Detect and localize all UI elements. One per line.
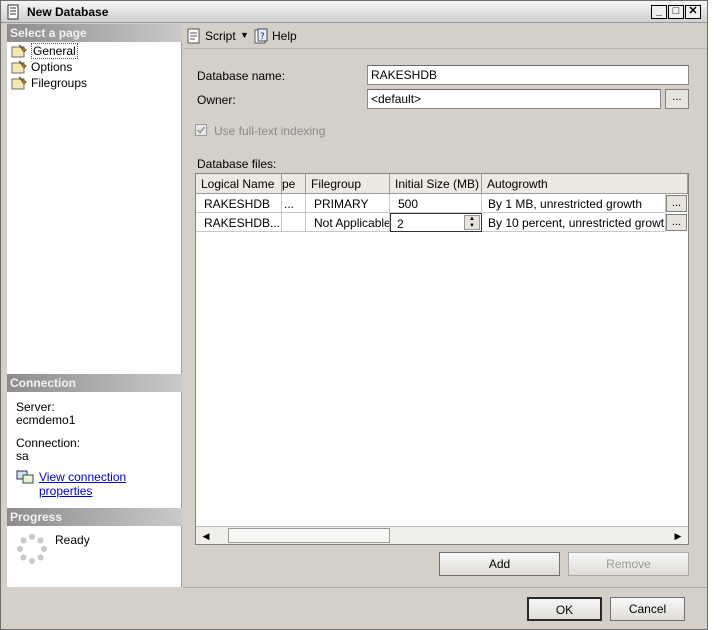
toolbar: Script ▼ ? Help — [183, 25, 707, 49]
table-row-1-logical-name[interactable]: RAKESHDB — [196, 194, 282, 213]
column-header-logical-name[interactable]: Logical Name — [196, 174, 282, 194]
column-header-type[interactable]: pe — [282, 174, 306, 194]
table-row-1-autogrowth-browse-button[interactable]: ... — [666, 195, 687, 212]
connection-header: Connection — [7, 374, 182, 392]
owner-input[interactable]: <default> — [367, 89, 661, 109]
database-name-label: Database name: — [197, 69, 286, 83]
left-pane: Select a page General Options Filegroups… — [7, 24, 182, 587]
connection-label: Connection: — [16, 436, 81, 450]
database-icon — [7, 4, 19, 20]
page-icon — [11, 60, 27, 74]
table-row-1-autogrowth[interactable]: By 1 MB, unrestricted growth — [482, 194, 666, 213]
database-files-grid: Logical Name pe Filegroup Initial Size (… — [195, 173, 689, 545]
page-icon — [11, 44, 27, 58]
column-header-initial-size[interactable]: Initial Size (MB) — [390, 174, 482, 194]
table-row-2-logical-name[interactable]: RAKESHDB... — [196, 213, 282, 232]
script-dropdown-arrow-icon[interactable]: ▼ — [240, 30, 249, 40]
bottom-divider — [183, 587, 707, 588]
page-item-options[interactable]: Options — [11, 59, 171, 75]
remove-button[interactable]: Remove — [568, 552, 689, 576]
new-database-dialog: New Database _ □ ✕ Select a page General… — [0, 0, 708, 630]
table-row-2-filegroup[interactable]: Not Applicable — [306, 213, 390, 232]
window-title: New Database — [27, 5, 109, 19]
progress-status: Ready — [55, 533, 90, 547]
svg-text:?: ? — [260, 32, 265, 42]
add-button[interactable]: Add — [439, 552, 560, 576]
ok-button[interactable]: OK — [527, 597, 602, 621]
server-value: ecmdemo1 — [16, 413, 76, 427]
page-item-label: Filegroups — [31, 76, 88, 90]
initial-size-value[interactable]: 2 — [397, 217, 404, 231]
minimize-button[interactable]: _ — [651, 5, 667, 19]
column-header-filegroup[interactable]: Filegroup — [306, 174, 390, 194]
view-connection-properties-link[interactable]: View connection properties — [39, 470, 181, 498]
scroll-left-arrow-icon[interactable]: ◀ — [198, 528, 214, 544]
maximize-button[interactable]: □ — [668, 5, 684, 19]
page-item-label: Options — [31, 60, 73, 74]
script-button[interactable]: Script — [205, 29, 236, 43]
title-bar[interactable]: New Database _ □ ✕ — [1, 1, 707, 23]
script-icon[interactable] — [186, 28, 202, 44]
fulltext-label: Use full-text indexing — [214, 124, 326, 138]
progress-spinner-icon — [16, 533, 48, 565]
fulltext-checkbox[interactable] — [195, 124, 207, 136]
database-files-label: Database files: — [197, 157, 277, 171]
connection-properties-icon — [16, 470, 34, 484]
page-item-filegroups[interactable]: Filegroups — [11, 75, 171, 91]
cancel-button[interactable]: Cancel — [610, 597, 685, 621]
horizontal-scrollbar[interactable]: ◀ ▶ — [196, 526, 688, 544]
column-header-autogrowth[interactable]: Autogrowth — [482, 174, 688, 194]
size-spinner-arrows-icon[interactable]: ▲ ▼ — [464, 215, 480, 230]
owner-browse-button[interactable]: ... — [665, 89, 689, 109]
help-icon[interactable]: ? — [253, 28, 269, 44]
page-item-label: General — [31, 43, 78, 59]
scroll-right-arrow-icon[interactable]: ▶ — [670, 528, 686, 544]
owner-label: Owner: — [197, 93, 236, 107]
server-label: Server: — [16, 400, 55, 414]
table-row-2-autogrowth[interactable]: By 10 percent, unrestricted growth — [482, 213, 666, 232]
table-row-1-initial-size[interactable]: 500 — [390, 194, 482, 213]
table-row-1-filegroup[interactable]: PRIMARY — [306, 194, 390, 213]
page-item-general[interactable]: General — [11, 43, 171, 59]
progress-header: Progress — [7, 508, 182, 526]
table-row-2-type[interactable] — [282, 213, 306, 232]
help-button[interactable]: Help — [272, 29, 297, 43]
page-icon — [11, 76, 27, 90]
select-page-header: Select a page — [7, 24, 182, 42]
table-row-2-autogrowth-browse-button[interactable]: ... — [666, 214, 687, 231]
table-row-1-type[interactable]: ... — [282, 194, 306, 213]
scrollbar-thumb[interactable] — [228, 528, 390, 543]
database-name-input[interactable]: RAKESHDB — [367, 65, 689, 85]
close-button[interactable]: ✕ — [685, 5, 701, 19]
connection-value: sa — [16, 449, 29, 463]
